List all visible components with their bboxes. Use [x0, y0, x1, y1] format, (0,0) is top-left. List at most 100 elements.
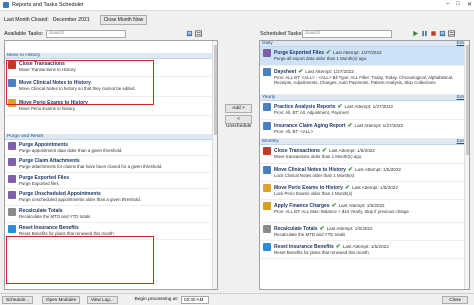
available-item-move-perio-exams[interactable]: Move Perio Exams to History Move Perio E… — [5, 97, 217, 116]
group-title: Yearly — [262, 95, 276, 100]
add-button[interactable]: Add > — [225, 104, 252, 113]
app-icon — [3, 2, 9, 8]
scheduled-item-practice-analysis[interactable]: Practice Analysis Reports ✔ Last Attempt: … — [260, 101, 469, 120]
last-month-closed-value: December 2021 — [52, 17, 90, 23]
scheduled-toolbar — [412, 30, 455, 37]
available-toolbar — [186, 30, 202, 37]
item-desc: Lock Clinical Notes older than 1 Month(s… — [274, 173, 355, 178]
item-desc: Purge all export data older than 1 Month… — [274, 56, 368, 61]
close-month-button[interactable]: Close Month Now — [99, 15, 148, 25]
scheduled-item-daysheet[interactable]: Daysheet ✔ Last Attempt: 1/27/2022 Prov: A… — [260, 66, 469, 95]
pause-icon[interactable] — [421, 30, 428, 37]
available-item-purge-appointments[interactable]: Purge Appointments Purge appointment dat… — [5, 140, 217, 156]
close-icon[interactable]: ✕ — [467, 1, 472, 8]
available-tasks-label: Available Tasks: — [4, 31, 44, 37]
scheduled-tasks-list[interactable]: Daily Edit Purge Exported Files ✔ Last Atte… — [259, 40, 470, 290]
insurance-icon — [8, 225, 16, 233]
available-item-purge-unscheduled-appointments[interactable]: Purge Unscheduled Appointments Purge uns… — [5, 189, 217, 206]
last-month-closed-label: Last Month Closed: — [4, 17, 49, 23]
item-desc: Reset Benefits for plans that renewed th… — [274, 250, 369, 255]
bottom-bar: Schedule... Open Modules View Log... Beg… — [0, 293, 474, 305]
item-desc: Purge appointment data older than a give… — [19, 148, 123, 153]
item-desc: Prov: All, BT: <ALL> — [274, 129, 314, 134]
available-search-input[interactable]: Search — [46, 30, 126, 38]
item-name: Recalculate Totals — [19, 208, 63, 214]
scheduled-item-recalculate-totals[interactable]: Recalculate Totals ✔ Last Attempt: 1/5/202… — [260, 223, 469, 241]
view-log-button[interactable]: View Log... — [86, 295, 118, 304]
item-desc: Prov: All, BT: All, Adjustment, Payment — [274, 110, 349, 115]
task-icon — [8, 99, 16, 107]
last-attempt: Last Attempt: 1/27/2022 — [344, 104, 394, 109]
stop-icon[interactable] — [430, 30, 437, 37]
scheduled-item-apply-finance-charges[interactable]: Apply Finance Charges ✔ Last Attempt: 1/5/… — [260, 200, 469, 223]
item-name: Purge Claim Attachments — [19, 158, 80, 164]
item-name: Reset Insurance Benefits — [19, 225, 79, 231]
item-desc: Reset Benefits for plans that renewed th… — [19, 231, 114, 236]
finance-icon — [263, 202, 271, 210]
item-desc: Move Clinical Notes to history so that t… — [19, 86, 136, 91]
available-item-close-transactions[interactable]: Close Transactions Move Transactions to … — [5, 59, 217, 77]
item-desc: Purge Exported files. — [19, 181, 60, 186]
available-item-reset-insurance-benefits[interactable]: Reset Insurance Benefits Reset Benefits … — [5, 223, 217, 240]
item-desc: Purge unscheduled appointments older tha… — [19, 197, 142, 202]
task-icon — [263, 147, 271, 155]
available-tasks-list[interactable]: Move to History Close Transactions Move … — [4, 40, 218, 290]
unschedule-button[interactable]: < Unschedule — [225, 115, 252, 129]
task-icon — [263, 184, 271, 192]
task-icon — [8, 158, 16, 166]
insurance-icon — [263, 243, 271, 251]
scheduled-search-input[interactable]: Search — [302, 30, 392, 38]
item-desc: Move transactions older than 1 Month(s) … — [274, 154, 363, 159]
last-attempt: Last Attempt: 1/5/2022 — [338, 203, 385, 208]
scheduled-scrollbar[interactable] — [464, 41, 469, 289]
last-attempt: Last Attempt: 1/5/2022 — [328, 148, 375, 153]
month-close-row: Last Month Closed: December 2021 Close M… — [4, 15, 148, 25]
available-search-placeholder: Search — [49, 31, 65, 36]
success-check-icon: ✔ — [347, 123, 353, 129]
scheduled-item-move-clinical-notes[interactable]: Move Clinical Notes to History ✔ Last Atte… — [260, 164, 469, 182]
minimize-icon[interactable]: – — [446, 1, 449, 8]
report-icon — [263, 103, 271, 111]
begin-time-input[interactable]: 02:30 AM — [181, 295, 210, 304]
item-desc: Move Perio Exams to history. — [19, 106, 76, 111]
scheduled-search-placeholder: Search — [305, 31, 321, 36]
scheduled-item-move-perio-exams[interactable]: Move Perio Exams to History ✔ Last Attempt… — [260, 182, 469, 200]
item-name: Move Clinical Notes to History — [19, 80, 91, 86]
last-attempt: Last Attempt: 1/5/2022 — [326, 226, 373, 231]
maximize-icon[interactable]: □ — [456, 1, 460, 8]
scrollbar-thumb[interactable] — [466, 45, 469, 155]
available-scrollbar[interactable] — [212, 41, 217, 289]
scheduled-item-reset-insurance-benefits[interactable]: Reset Insurance Benefits ✔ Last Attempt: 1… — [260, 241, 469, 259]
item-desc: Purge attachments for claims that have b… — [19, 164, 163, 169]
item-desc: Lock Perio Exams older than 1 Month(s) — [274, 191, 353, 196]
item-desc: Move Transactions to History. — [19, 67, 77, 72]
scrollbar-thumb[interactable] — [214, 45, 217, 135]
schedule-button[interactable]: Schedule... — [2, 295, 33, 304]
report-icon — [263, 122, 271, 130]
list-view-icon[interactable] — [448, 30, 455, 37]
available-item-purge-exported-files[interactable]: Purge Exported Files Purge Exported file… — [5, 173, 217, 189]
available-item-move-clinical-notes[interactable]: Move Clinical Notes to History Move Clin… — [5, 77, 217, 97]
report-icon — [263, 68, 271, 76]
expand-all-icon[interactable] — [186, 30, 193, 37]
task-icon — [263, 166, 271, 174]
group-title: Daily — [262, 41, 273, 46]
task-icon — [8, 79, 16, 87]
open-modules-button[interactable]: Open Modules — [42, 295, 80, 304]
play-icon[interactable] — [412, 30, 419, 37]
close-button[interactable]: Close — [442, 295, 468, 304]
last-attempt: Last Attempt: 1/27/2022 — [333, 50, 382, 55]
scheduled-item-insurance-claim-aging[interactable]: Insurance Claim Aging Report ✔ Last Attemp… — [260, 120, 469, 139]
item-name: Purge Unscheduled Appointments — [19, 191, 101, 197]
available-item-purge-claim-attachments[interactable]: Purge Claim Attachments Purge attachment… — [5, 156, 217, 173]
task-icon — [8, 191, 16, 199]
scheduled-item-purge-exported-files[interactable]: Purge Exported Files ✔ Last Attempt: 1/27/… — [260, 47, 469, 66]
list-view-icon[interactable] — [195, 30, 202, 37]
group-title: Monthly — [262, 139, 279, 144]
available-item-recalculate-totals[interactable]: Recalculate Totals Recalculate the MTD a… — [5, 206, 217, 223]
window-titlebar: Reports and Tasks Scheduler – □ ✕ — [0, 0, 474, 11]
scheduled-item-close-transactions[interactable]: Close Transactions ✔ Last Attempt: 1/5/202… — [260, 145, 469, 164]
expand-all-icon[interactable] — [439, 30, 446, 37]
item-name: Purge Appointments — [19, 142, 68, 148]
